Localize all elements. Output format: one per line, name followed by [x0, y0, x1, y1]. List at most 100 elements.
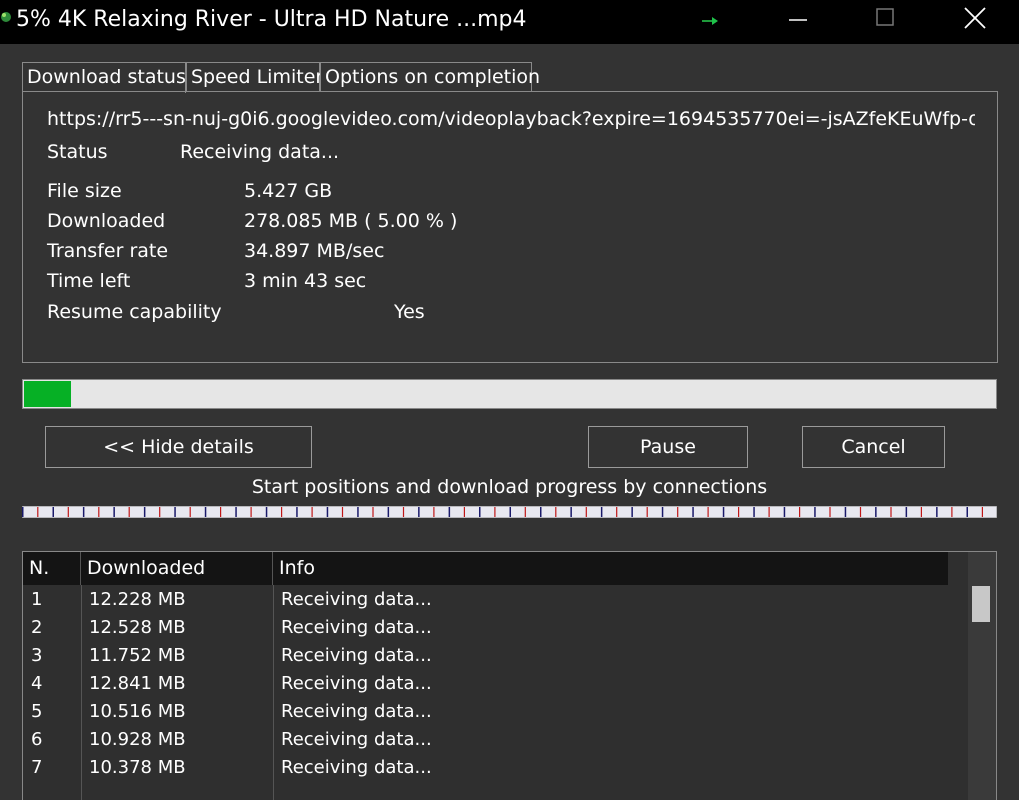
connection-progress-marker [37, 507, 39, 517]
connection-progress-marker [402, 507, 405, 517]
connections-caption: Start positions and download progress by… [251, 476, 768, 498]
table-row[interactable]: 3 11.752 MB Receiving data... [23, 642, 968, 670]
connection-start-marker [966, 507, 968, 517]
tab-speed-limiter[interactable]: Speed Limiter [186, 62, 323, 91]
connection-progress-marker [585, 507, 587, 517]
connection-start-marker [204, 507, 207, 517]
connection-progress-marker [951, 507, 953, 517]
table-row[interactable]: 6 10.928 MB Receiving data... [23, 726, 968, 754]
cell-number: 4 [31, 673, 43, 694]
cell-number: 2 [31, 617, 43, 638]
cancel-button[interactable]: Cancel [802, 426, 945, 468]
scrollbar-thumb[interactable] [972, 586, 990, 622]
table-row[interactable]: 2 12.528 MB Receiving data... [23, 614, 968, 642]
connection-start-marker [814, 507, 816, 517]
connection-start-marker [753, 507, 755, 517]
connection-start-marker [661, 507, 664, 517]
cell-info: Receiving data... [281, 645, 432, 666]
connections-progress-bar [22, 506, 997, 518]
close-button[interactable] [952, 0, 998, 44]
app-icon [1, 12, 11, 22]
connection-progress-marker [494, 507, 496, 517]
connection-progress-marker [555, 507, 557, 517]
connection-start-marker [875, 507, 877, 517]
connection-start-marker [936, 507, 938, 517]
transfer-rate-value: 34.897 MB/sec [244, 240, 385, 262]
connection-start-marker [905, 507, 908, 517]
cell-downloaded: 12.228 MB [89, 589, 186, 610]
tab-download-status[interactable]: Download status [22, 62, 186, 93]
tab-options-on-completion[interactable]: Options on completion [320, 62, 540, 91]
table-row[interactable]: 5 10.516 MB Receiving data... [23, 698, 968, 726]
table-row[interactable]: 1 12.228 MB Receiving data... [23, 586, 968, 614]
window-title: 5% 4K Relaxing River - Ultra HD Nature .… [16, 7, 527, 32]
pause-button[interactable]: Pause [588, 426, 748, 468]
column-header-n[interactable]: N. [23, 552, 81, 585]
table-header: N. Downloaded Info [23, 552, 948, 585]
connection-progress-marker [67, 507, 69, 517]
table-row[interactable]: 7 10.378 MB Receiving data... [23, 754, 968, 782]
connection-progress-marker [859, 507, 862, 517]
connection-progress-marker [646, 507, 648, 517]
title-bar: 5% 4K Relaxing River - Ultra HD Nature .… [0, 0, 1019, 44]
cell-number: 3 [31, 645, 43, 666]
close-icon [964, 7, 986, 29]
transfer-rate-label: Transfer rate [47, 240, 169, 262]
connection-start-marker [82, 507, 85, 517]
cell-info: Receiving data... [281, 617, 432, 638]
file-size-value: 5.427 GB [244, 180, 333, 202]
connection-progress-marker [311, 507, 313, 517]
cell-info: Receiving data... [281, 589, 432, 610]
connection-progress-marker [220, 507, 222, 517]
minimize-icon [789, 19, 807, 21]
hide-details-button[interactable]: << Hide details [45, 426, 312, 468]
connection-progress-marker [189, 507, 191, 517]
cell-number: 5 [31, 701, 43, 722]
connection-progress-marker [159, 507, 161, 517]
vertical-scrollbar[interactable] [968, 552, 996, 800]
connection-start-marker [387, 507, 390, 517]
connection-progress-marker [981, 507, 983, 517]
tray-arrow-icon [702, 17, 718, 25]
connection-progress-marker [768, 507, 770, 517]
maximize-button[interactable] [862, 0, 908, 44]
connection-start-marker [357, 507, 359, 517]
cell-downloaded: 12.841 MB [89, 673, 186, 694]
connection-progress-marker [341, 507, 344, 517]
status-label: Status [47, 141, 108, 163]
connection-start-marker [631, 507, 633, 517]
table-row[interactable]: 4 12.841 MB Receiving data... [23, 670, 968, 698]
download-progress-bar [22, 379, 997, 409]
connection-start-marker [235, 507, 237, 517]
cell-downloaded: 11.752 MB [89, 645, 186, 666]
connection-progress-marker [128, 507, 130, 517]
connection-start-marker [265, 507, 268, 517]
connection-progress-marker [799, 507, 801, 517]
connection-start-marker [448, 507, 451, 517]
connection-progress-marker [616, 507, 618, 517]
connections-table: N. Downloaded Info 1 12.228 MB Receiving d… [22, 551, 997, 800]
downloaded-value: 278.085 MB ( 5.00 % ) [244, 210, 458, 232]
cell-downloaded: 10.516 MB [89, 701, 186, 722]
connection-progress-marker [250, 507, 252, 517]
connection-start-marker [783, 507, 786, 517]
cell-number: 7 [31, 757, 43, 778]
connection-start-marker [22, 507, 24, 517]
connection-progress-marker [920, 507, 922, 517]
cell-info: Receiving data... [281, 673, 432, 694]
column-header-info[interactable]: Info [273, 552, 948, 585]
downloaded-label: Downloaded [47, 210, 166, 232]
cell-downloaded: 12.528 MB [89, 617, 186, 638]
cell-info: Receiving data... [281, 729, 432, 750]
connection-progress-marker [829, 507, 831, 517]
connection-progress-marker [433, 507, 435, 517]
cell-downloaded: 10.928 MB [89, 729, 186, 750]
progress-fill [24, 381, 71, 407]
column-header-downloaded[interactable]: Downloaded [81, 552, 273, 585]
connection-start-marker [722, 507, 725, 517]
minimize-button[interactable] [775, 0, 821, 44]
connection-progress-marker [524, 507, 526, 517]
resume-capability-value: Yes [394, 301, 425, 323]
connection-progress-marker [707, 507, 709, 517]
connection-start-marker [479, 507, 481, 517]
